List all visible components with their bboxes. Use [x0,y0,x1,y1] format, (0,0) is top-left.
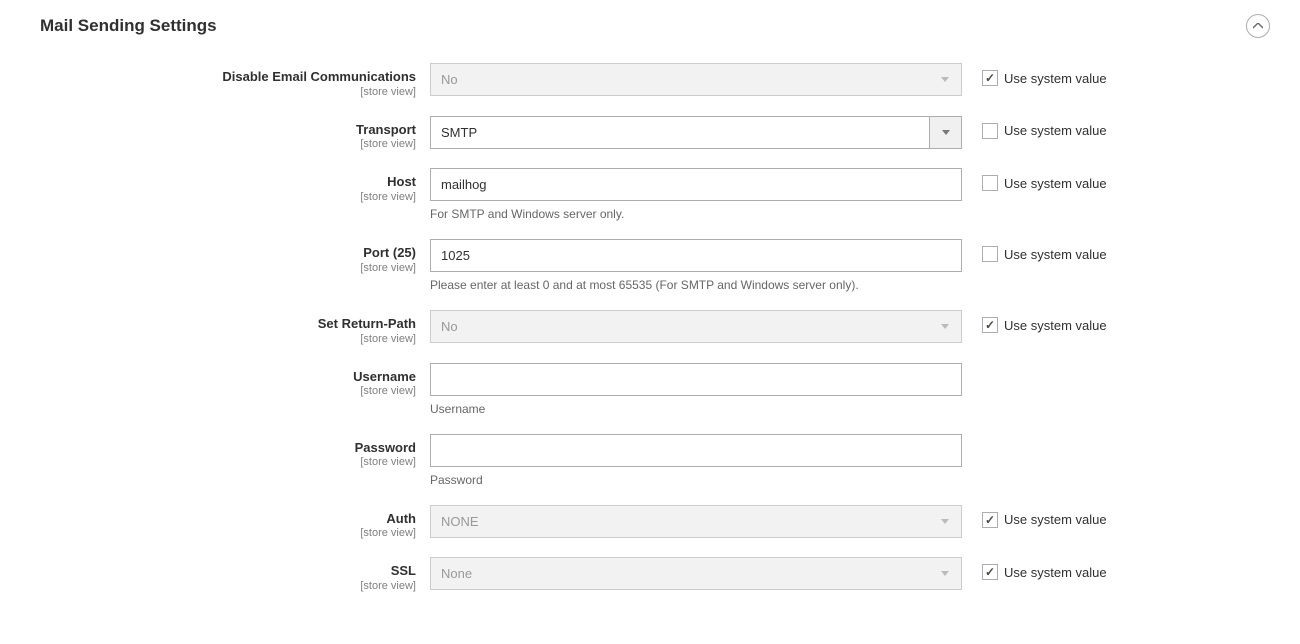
scope-label: [store view] [40,456,416,468]
disable-email-use-system-checkbox[interactable] [982,70,998,86]
scope-label: [store view] [40,262,416,274]
transport-value: SMTP [441,125,477,140]
field-ssl: SSL [store view] None Use system value [40,557,1270,592]
scope-label: [store view] [40,191,416,203]
use-system-label[interactable]: Use system value [1004,565,1107,580]
host-input-wrapper [430,168,962,201]
disable-email-value: No [441,72,458,87]
chevron-down-icon [941,571,949,576]
ssl-select: None [430,557,962,590]
return-path-select: No [430,310,962,343]
ssl-use-system-checkbox[interactable] [982,564,998,580]
password-input[interactable] [441,435,951,466]
label-return-path: Set Return-Path [318,316,416,331]
field-return-path: Set Return-Path [store view] No Use syst… [40,310,1270,345]
field-auth: Auth [store view] NONE Use system value [40,505,1270,540]
label-port: Port (25) [363,245,416,260]
chevron-down-icon [941,519,949,524]
transport-select[interactable]: SMTP [430,116,962,149]
username-input[interactable] [441,364,951,395]
ssl-value: None [441,566,472,581]
chevron-down-icon [941,324,949,329]
field-transport: Transport [store view] SMTP Use system v… [40,116,1270,151]
field-username: Username [store view] Username [40,363,1270,416]
label-host: Host [387,174,416,189]
chevron-down-icon [942,130,950,135]
use-system-label[interactable]: Use system value [1004,247,1107,262]
use-system-label[interactable]: Use system value [1004,512,1107,527]
username-input-wrapper [430,363,962,396]
disable-email-select: No [430,63,962,96]
scope-label: [store view] [40,527,416,539]
chevron-down-icon [941,77,949,82]
use-system-label[interactable]: Use system value [1004,71,1107,86]
chevron-up-icon [1253,23,1263,29]
port-input[interactable] [441,240,951,271]
port-note: Please enter at least 0 and at most 6553… [430,278,962,292]
label-disable-email: Disable Email Communications [222,69,416,84]
return-path-use-system-checkbox[interactable] [982,317,998,333]
label-auth: Auth [386,511,416,526]
host-input[interactable] [441,169,951,200]
field-password: Password [store view] Password [40,434,1270,487]
field-port: Port (25) [store view] Please enter at l… [40,239,1270,292]
label-username: Username [353,369,416,384]
field-host: Host [store view] For SMTP and Windows s… [40,168,1270,221]
scope-label: [store view] [40,86,416,98]
scope-label: [store view] [40,333,416,345]
host-use-system-checkbox[interactable] [982,175,998,191]
port-use-system-checkbox[interactable] [982,246,998,262]
username-note: Username [430,402,962,416]
collapse-section-button[interactable] [1246,14,1270,38]
label-transport: Transport [356,122,416,137]
section-title: Mail Sending Settings [40,16,217,36]
use-system-label[interactable]: Use system value [1004,123,1107,138]
password-input-wrapper [430,434,962,467]
return-path-value: No [441,319,458,334]
auth-value: NONE [441,514,479,529]
auth-select: NONE [430,505,962,538]
password-note: Password [430,473,962,487]
label-ssl: SSL [391,563,416,578]
scope-label: [store view] [40,138,416,150]
use-system-label[interactable]: Use system value [1004,318,1107,333]
scope-label: [store view] [40,385,416,397]
use-system-label[interactable]: Use system value [1004,176,1107,191]
port-input-wrapper [430,239,962,272]
auth-use-system-checkbox[interactable] [982,512,998,528]
scope-label: [store view] [40,580,416,592]
host-note: For SMTP and Windows server only. [430,207,962,221]
field-disable-email: Disable Email Communications [store view… [40,63,1270,98]
transport-use-system-checkbox[interactable] [982,123,998,139]
label-password: Password [355,440,416,455]
